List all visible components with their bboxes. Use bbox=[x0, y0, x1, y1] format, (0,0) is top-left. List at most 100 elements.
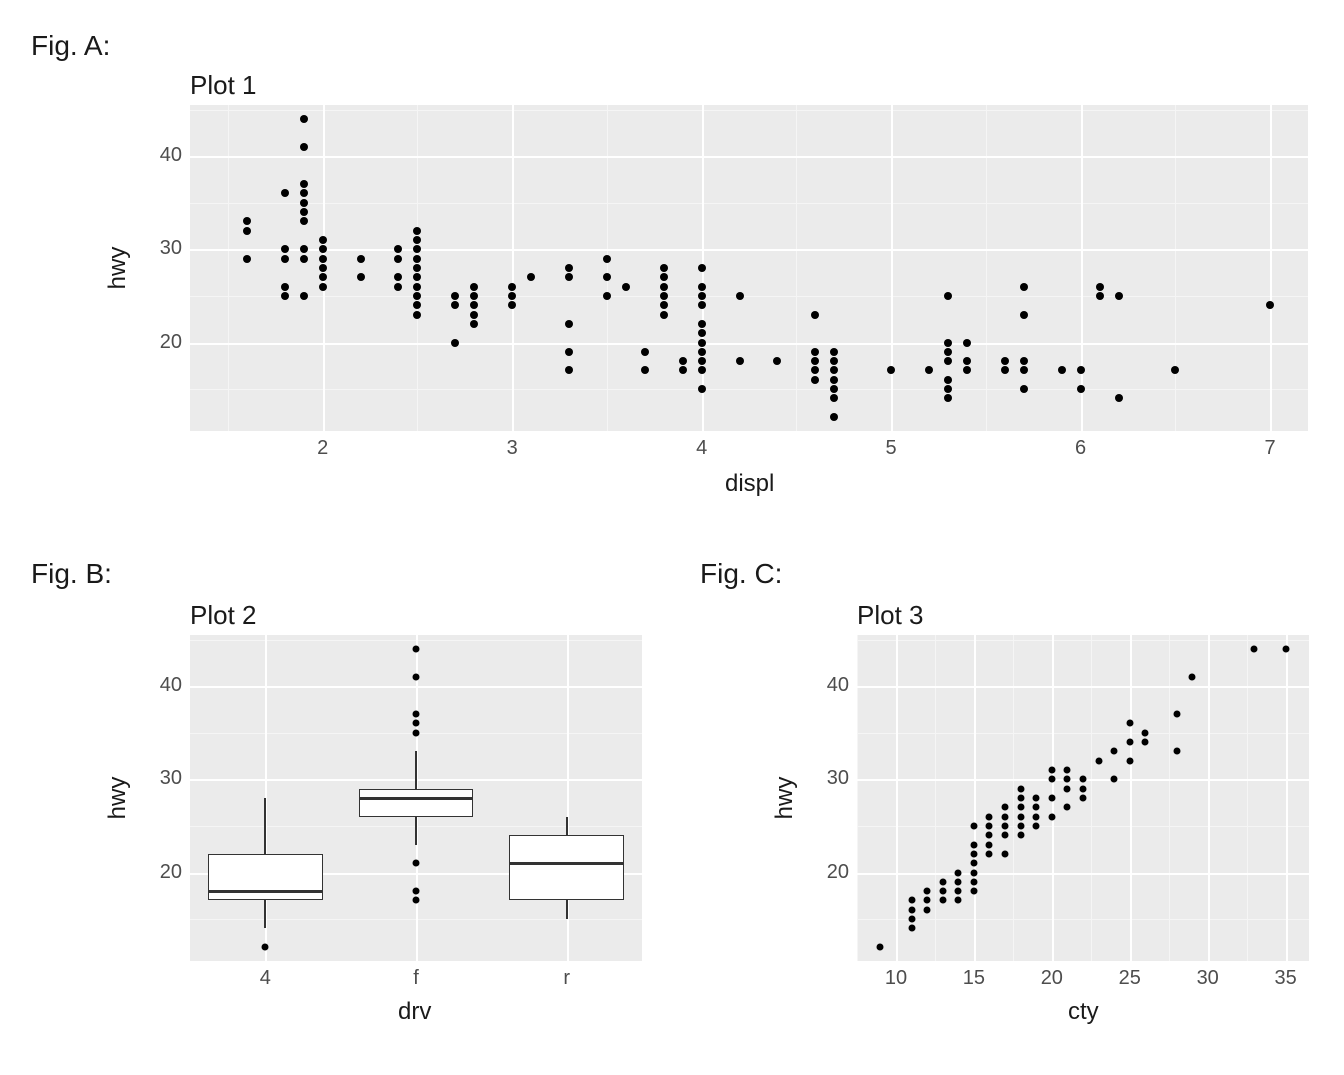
data-point bbox=[698, 292, 706, 300]
data-point bbox=[830, 394, 838, 402]
data-point bbox=[243, 227, 251, 235]
data-point bbox=[698, 283, 706, 291]
data-point bbox=[300, 180, 308, 188]
data-point bbox=[660, 283, 668, 291]
data-point bbox=[300, 143, 308, 151]
data-point bbox=[413, 264, 421, 272]
data-point bbox=[1077, 366, 1085, 374]
data-point bbox=[1002, 813, 1009, 820]
median-line bbox=[359, 797, 474, 800]
y-tick-label: 20 bbox=[817, 861, 849, 884]
data-point bbox=[1020, 366, 1028, 374]
outlier-point bbox=[413, 711, 420, 718]
data-point bbox=[319, 283, 327, 291]
data-point bbox=[1142, 739, 1149, 746]
data-point bbox=[1171, 366, 1179, 374]
data-point bbox=[970, 850, 977, 857]
data-point bbox=[660, 292, 668, 300]
data-point bbox=[1020, 357, 1028, 365]
plot2-panel bbox=[190, 635, 642, 961]
data-point bbox=[1142, 729, 1149, 736]
y-tick-label: 30 bbox=[817, 767, 849, 790]
data-point bbox=[451, 339, 459, 347]
data-point bbox=[1111, 776, 1118, 783]
data-point bbox=[1001, 357, 1009, 365]
data-point bbox=[830, 366, 838, 374]
y-tick-label: 20 bbox=[150, 861, 182, 884]
fig-b-label: Fig. B: bbox=[31, 558, 112, 590]
data-point bbox=[944, 394, 952, 402]
data-point bbox=[1002, 822, 1009, 829]
gridline bbox=[986, 105, 987, 431]
x-tick-label: 3 bbox=[497, 437, 527, 460]
data-point bbox=[1126, 757, 1133, 764]
data-point bbox=[698, 329, 706, 337]
data-point bbox=[1033, 822, 1040, 829]
data-point bbox=[925, 366, 933, 374]
data-point bbox=[698, 301, 706, 309]
data-point bbox=[281, 189, 289, 197]
outlier-point bbox=[413, 729, 420, 736]
data-point bbox=[1048, 813, 1055, 820]
data-point bbox=[1020, 385, 1028, 393]
gridline bbox=[190, 203, 1308, 204]
data-point bbox=[394, 245, 402, 253]
plot3-ylabel: hwy bbox=[771, 777, 799, 820]
data-point bbox=[281, 292, 289, 300]
data-point bbox=[413, 236, 421, 244]
data-point bbox=[698, 348, 706, 356]
gridline bbox=[512, 105, 514, 431]
data-point bbox=[1080, 795, 1087, 802]
data-point bbox=[955, 888, 962, 895]
data-point bbox=[811, 366, 819, 374]
gridline bbox=[1169, 635, 1170, 961]
data-point bbox=[300, 208, 308, 216]
data-point bbox=[603, 273, 611, 281]
data-point bbox=[413, 301, 421, 309]
data-point bbox=[1048, 795, 1055, 802]
outlier-point bbox=[413, 897, 420, 904]
outlier-point bbox=[413, 888, 420, 895]
data-point bbox=[1020, 311, 1028, 319]
data-point bbox=[970, 860, 977, 867]
data-point bbox=[924, 897, 931, 904]
gridline bbox=[1247, 635, 1248, 961]
gridline bbox=[1175, 105, 1176, 431]
plot2-ylabel: hwy bbox=[104, 777, 132, 820]
gridline bbox=[857, 640, 1309, 641]
data-point bbox=[281, 283, 289, 291]
data-point bbox=[413, 227, 421, 235]
x-tick-label: 15 bbox=[959, 967, 989, 990]
data-point bbox=[1173, 748, 1180, 755]
data-point bbox=[1017, 832, 1024, 839]
data-point bbox=[1126, 739, 1133, 746]
plot3-xlabel: cty bbox=[1068, 998, 1099, 1026]
data-point bbox=[565, 320, 573, 328]
data-point bbox=[300, 217, 308, 225]
data-point bbox=[698, 339, 706, 347]
data-point bbox=[939, 878, 946, 885]
data-point bbox=[811, 376, 819, 384]
data-point bbox=[1002, 850, 1009, 857]
gridline bbox=[607, 105, 608, 431]
gridline bbox=[1130, 635, 1132, 961]
gridline bbox=[896, 635, 898, 961]
box bbox=[359, 789, 474, 817]
data-point bbox=[887, 366, 895, 374]
data-point bbox=[830, 348, 838, 356]
data-point bbox=[963, 357, 971, 365]
box bbox=[509, 835, 624, 900]
data-point bbox=[908, 897, 915, 904]
data-point bbox=[451, 301, 459, 309]
data-point bbox=[319, 245, 327, 253]
data-point bbox=[319, 255, 327, 263]
gridline bbox=[857, 873, 1309, 875]
x-tick-label: 4 bbox=[687, 437, 717, 460]
data-point bbox=[300, 245, 308, 253]
data-point bbox=[944, 357, 952, 365]
data-point bbox=[243, 255, 251, 263]
gridline bbox=[1081, 105, 1083, 431]
data-point bbox=[565, 273, 573, 281]
data-point bbox=[394, 283, 402, 291]
data-point bbox=[527, 273, 535, 281]
